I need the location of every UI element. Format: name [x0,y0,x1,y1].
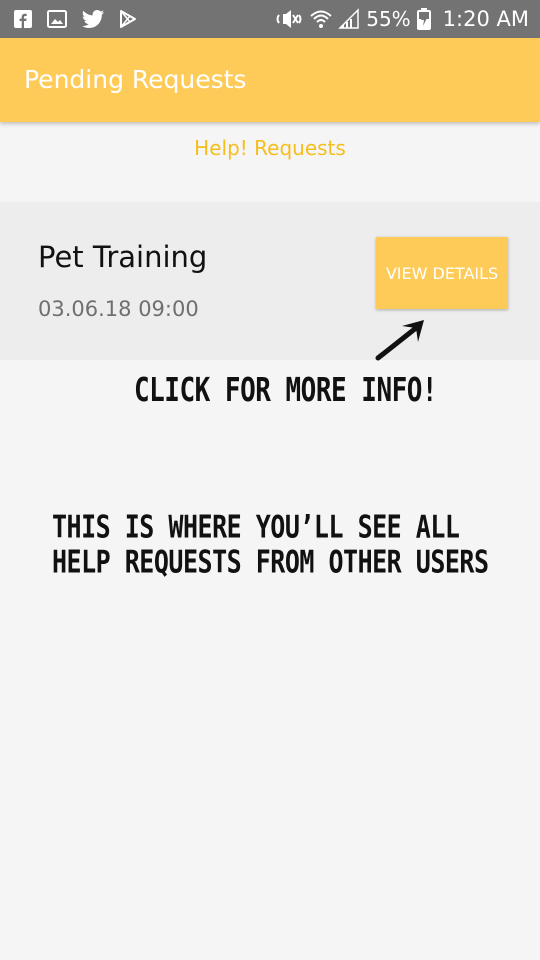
section-header: Help! Requests [194,136,346,160]
gallery-icon [47,10,67,28]
wifi-icon [310,10,332,28]
page-title: Pending Requests [24,65,247,94]
mute-icon [276,10,302,28]
request-title: Pet Training [38,240,208,274]
battery-percentage: 55% [366,7,411,31]
app-bar: Pending Requests [0,38,540,122]
facebook-icon [14,10,32,28]
annotation-click-hint: CLICK FOR MORE INFO! [134,372,438,410]
play-store-icon [120,10,136,28]
signal-icon [338,8,359,29]
pending-requests-screen: 55% 1:20 AM Pending Requests Help! Reque… [0,0,540,960]
twitter-icon [82,10,104,28]
status-bar-notifications [14,0,137,38]
request-datetime: 03.06.18 09:00 [38,297,199,321]
annotation-arrow-icon [375,320,424,361]
view-details-button[interactable]: VIEW DETAILS [376,237,508,309]
status-bar-system: 55% 1:20 AM [274,0,529,38]
clock: 1:20 AM [442,7,529,31]
status-bar: 55% 1:20 AM [0,0,540,38]
battery-icon [416,8,431,30]
annotation-description: THIS IS WHERE YOU’LL SEE ALL HELP REQUES… [52,508,489,580]
